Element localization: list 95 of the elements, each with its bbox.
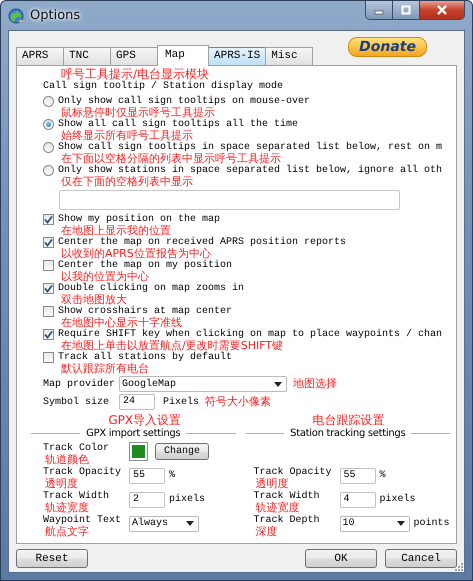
color-swatch[interactable] (130, 443, 147, 460)
close-icon (436, 5, 448, 15)
checkbox-label[interactable]: Show my position on the map (58, 214, 220, 225)
radio-label[interactable]: Show all call sign tooltips all the time (58, 119, 298, 130)
annotation: 在地图中心显示十字准线 (61, 317, 182, 329)
section-title: GPX import settings (86, 427, 180, 440)
text-field[interactable]: 55 (340, 468, 376, 484)
field-label: Track Depth (254, 515, 321, 526)
annotation: 符号大小像素 (205, 396, 272, 408)
annotation: 在地图上显示我的位置 (60, 225, 171, 237)
minimize-button[interactable] (366, 1, 393, 19)
button[interactable]: Cancel (385, 549, 457, 568)
caret-icon (274, 382, 282, 386)
window-title: Options (30, 8, 80, 23)
donate-button[interactable]: Donate (348, 37, 427, 57)
field-label: Symbol size (43, 396, 110, 408)
text-field[interactable]: 2 (129, 492, 165, 508)
annotation: 以我的位置为中心 (61, 271, 150, 283)
tab[interactable]: Misc (265, 47, 314, 65)
radio-label[interactable]: Only show call sign tooltips on mouse-over (58, 96, 310, 107)
checkbox-label[interactable]: Require SHIFT key when clicking on map to place waypoints / chan (58, 329, 442, 340)
field-label: Track Color (43, 443, 110, 454)
tab[interactable]: TNC (63, 47, 111, 65)
unit-label: % (169, 470, 176, 481)
checkbox-label[interactable]: Show crosshairs at map center (58, 306, 232, 317)
field-label: Waypoint Text (43, 515, 122, 526)
annotation: 透明度 (44, 478, 79, 490)
annotation: 轨迹宽度 (254, 502, 300, 514)
tab[interactable]: Map (157, 45, 209, 66)
annotation: 呼号工具提示/电台显示模块 (61, 68, 210, 81)
annotation: 地图选择 (293, 378, 337, 390)
radio-button[interactable] (43, 142, 54, 153)
unit-label: Pixels (163, 396, 200, 408)
checkbox[interactable] (43, 260, 54, 271)
field-label: Track Width (43, 491, 110, 502)
annotation: 轨道颜色 (44, 454, 90, 466)
checkbox-label[interactable]: Center the map on received APRS position reports (58, 237, 346, 248)
annotation: 透明度 (254, 478, 290, 490)
radio-button[interactable] (43, 119, 54, 130)
annotation: 轨迹宽度 (44, 502, 90, 514)
field-label: Track Opacity (43, 467, 122, 478)
annotation: 始终显示所有呼号工具提示 (61, 130, 193, 142)
caret-icon (396, 521, 404, 526)
button[interactable]: Reset (16, 549, 88, 568)
checkbox-label[interactable]: Center the map on my position (58, 260, 232, 271)
field-label: Track Opacity (254, 467, 333, 478)
button[interactable]: OK (305, 549, 377, 568)
unit-label: pixels (380, 494, 416, 505)
section-heading: Call sign tooltip / Station display mode (43, 81, 284, 93)
unit-label: % (380, 470, 386, 481)
station-list-field[interactable] (59, 190, 400, 210)
checkbox-label[interactable]: Double clicking on map zooms in (58, 283, 244, 294)
unit-label: pixels (169, 494, 206, 505)
change-button[interactable]: Change (155, 443, 210, 460)
checkbox[interactable] (43, 283, 54, 294)
caret-icon (186, 521, 194, 526)
dropdown[interactable]: GoogleMap (119, 376, 287, 392)
checkbox[interactable] (43, 329, 54, 340)
section-title: Station tracking settings (290, 427, 406, 440)
maximize-icon (401, 5, 411, 15)
text-field[interactable]: 55 (129, 468, 165, 484)
resize-grip-icon (453, 561, 463, 571)
annotation: 在地图上单击以放置航点/更改时需要SHIFT键 (61, 340, 284, 352)
dropdown[interactable]: 10 (340, 516, 410, 532)
close-button[interactable] (420, 1, 464, 19)
annotation: 电台跟踪设置 (311, 414, 386, 427)
checkbox-label[interactable]: Track all stations by default (58, 352, 232, 363)
annotation: 仅在下面的空格列表中显示 (60, 176, 194, 188)
annotation: 在下面以空格分隔的列表中显示呼号工具提示 (61, 153, 282, 165)
tab[interactable]: APRS-IS (208, 47, 266, 65)
annotation: 深度 (254, 526, 278, 538)
radio-button[interactable] (43, 165, 54, 176)
dropdown[interactable]: Always (129, 516, 199, 532)
checkbox[interactable] (43, 306, 54, 317)
annotation: 双击地图放大 (61, 294, 127, 306)
annotation: 以收到的APRS位置报告为中心 (60, 248, 211, 260)
radio-label[interactable]: Only show stations in space separated list below, ignore all oth (58, 165, 442, 176)
unit-label: points (414, 518, 450, 529)
radio-button[interactable] (43, 96, 54, 107)
field-label: Map provider (43, 378, 115, 390)
field-label: Track Width (254, 491, 321, 502)
radio-label[interactable]: Show call sign tooltips in space separated list below, rest on m (58, 142, 442, 153)
annotation: GPX导入设置 (107, 414, 182, 427)
tab[interactable]: APRS (16, 47, 64, 65)
annotation: 鼠标悬停时仅显示呼号工具提示 (61, 107, 215, 119)
checkbox[interactable] (43, 214, 54, 225)
tab[interactable]: GPS (110, 47, 158, 65)
globe-icon (8, 8, 24, 24)
annotation: 默认跟踪所有电台 (60, 363, 150, 375)
maximize-button[interactable] (393, 1, 420, 19)
text-field[interactable]: 4 (340, 492, 376, 508)
checkbox[interactable] (43, 237, 54, 248)
text-field[interactable]: 24 (119, 394, 155, 410)
annotation: 航点文字 (44, 526, 90, 538)
checkbox[interactable] (43, 352, 54, 363)
